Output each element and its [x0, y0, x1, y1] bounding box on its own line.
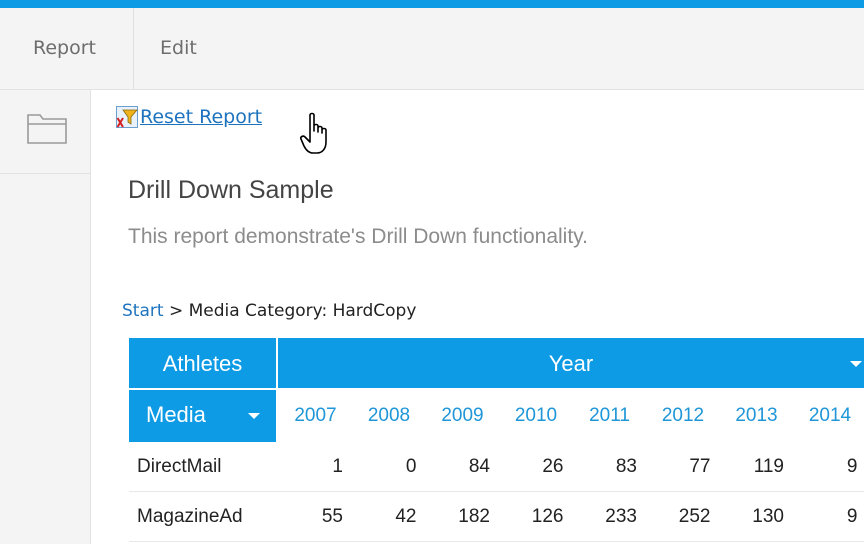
- menu-report[interactable]: Report: [33, 8, 96, 89]
- table-cell: 1: [278, 442, 353, 492]
- table-cell: 26: [498, 442, 574, 492]
- table-cell: 252: [645, 492, 721, 542]
- year-column-header[interactable]: 2007: [278, 390, 353, 442]
- year-column-header[interactable]: 2008: [352, 390, 427, 442]
- report-title: Drill Down Sample: [128, 176, 334, 204]
- table-cell: 182: [425, 492, 500, 542]
- athletes-header[interactable]: Athletes: [129, 338, 278, 390]
- reset-filter-icon[interactable]: [116, 106, 138, 128]
- table-cell: 42: [351, 492, 427, 542]
- media-header-label: Media: [146, 402, 206, 427]
- table-cell: 126: [498, 492, 574, 542]
- year-column-header[interactable]: 2012: [646, 390, 721, 442]
- year-column-header[interactable]: 2009: [425, 390, 500, 442]
- table-cell: 77: [645, 442, 721, 492]
- table-cell: 55: [278, 492, 353, 542]
- table-cell: 9: [792, 442, 864, 492]
- table-cell: 233: [572, 492, 647, 542]
- row-label[interactable]: MagazineAd: [129, 492, 278, 542]
- reset-report-link[interactable]: Reset Report: [140, 106, 262, 128]
- table-cell: 84: [425, 442, 500, 492]
- media-header[interactable]: Media: [129, 390, 278, 442]
- table-cell: 83: [572, 442, 647, 492]
- menu-edit[interactable]: Edit: [160, 8, 197, 89]
- hand-pointer-icon: [300, 112, 327, 154]
- caret-down-icon[interactable]: [248, 413, 260, 419]
- report-description: This report demonstrate's Drill Down fun…: [128, 225, 588, 248]
- year-column-header[interactable]: 2011: [572, 390, 647, 442]
- sidebar-separator: [0, 173, 90, 174]
- year-column-header[interactable]: 2010: [499, 390, 574, 442]
- folder-icon[interactable]: [26, 111, 68, 145]
- breadcrumb-separator: >: [168, 301, 184, 321]
- table-cell: 130: [719, 492, 794, 542]
- table-cell: 0: [351, 442, 427, 492]
- table-cell: 9: [792, 492, 864, 542]
- top-accent-bar: [0, 0, 864, 8]
- year-header[interactable]: Year: [278, 338, 864, 390]
- year-column-header[interactable]: 2014: [793, 390, 864, 442]
- table-cell: 119: [719, 442, 794, 492]
- reset-report-control[interactable]: Reset Report: [116, 102, 262, 132]
- menu-divider: [133, 8, 134, 89]
- breadcrumb-start-link[interactable]: Start: [122, 301, 164, 321]
- breadcrumb: Start > Media Category: HardCopy: [122, 301, 416, 321]
- sidebar: [0, 90, 91, 544]
- year-column-header[interactable]: 2013: [719, 390, 794, 442]
- breadcrumb-current: Media Category: HardCopy: [188, 301, 417, 321]
- menu-bar: Report Edit: [0, 8, 864, 90]
- row-label[interactable]: DirectMail: [129, 442, 278, 492]
- caret-down-icon[interactable]: [850, 361, 862, 367]
- year-header-label: Year: [548, 351, 594, 376]
